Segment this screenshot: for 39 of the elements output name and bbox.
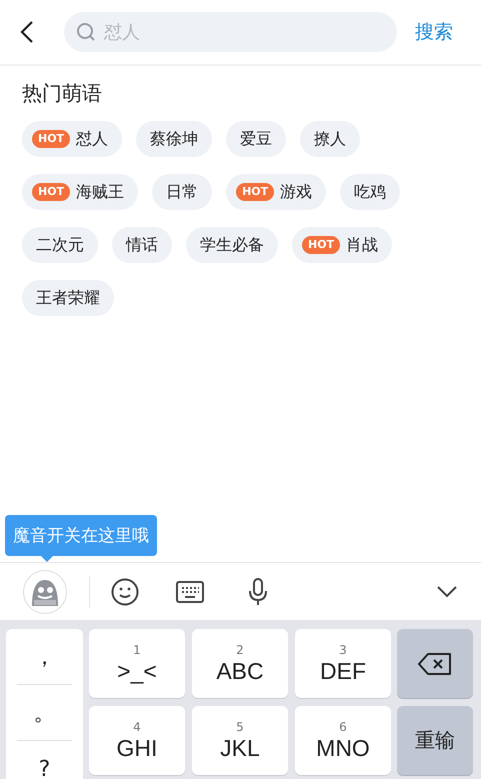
delete-key[interactable] [397, 629, 473, 698]
search-button[interactable]: 搜索 [415, 19, 453, 45]
keyboard-key[interactable]: 1 >_< [89, 629, 185, 698]
tag-chip[interactable]: 爱豆 [226, 121, 286, 157]
tooltip-pointer [41, 556, 53, 562]
tooltip: 魔音开关在这里哦 [5, 515, 157, 556]
tag-chip[interactable]: HOT 怼人 [22, 121, 122, 157]
reset-key[interactable]: 重输 [397, 706, 473, 775]
tag-chip[interactable]: 撩人 [300, 121, 360, 157]
tag-chip[interactable]: 情话 [112, 227, 172, 263]
section-title: 热门萌语 [22, 80, 103, 107]
keyboard-key[interactable]: 3 DEF [295, 629, 391, 698]
keyboard-key[interactable]: 4 GHI [89, 706, 185, 775]
tag-chip[interactable]: 吃鸡 [340, 174, 400, 210]
keyboard-icon[interactable] [176, 580, 204, 602]
tag-chip[interactable]: HOT 游戏 [226, 174, 326, 210]
smiley-icon[interactable] [111, 578, 139, 606]
hot-badge: HOT [236, 183, 274, 201]
tag-chip[interactable]: HOT 海贼王 [22, 174, 138, 210]
tag-chip[interactable]: 学生必备 [186, 227, 278, 263]
punctuation-key[interactable]: 。 [6, 685, 83, 740]
tag-chip[interactable]: 蔡徐坤 [136, 121, 212, 157]
chevron-down-icon[interactable] [437, 586, 457, 598]
tag-chip[interactable]: 二次元 [22, 227, 98, 263]
tag-chip[interactable]: HOT 肖战 [292, 227, 392, 263]
tag-chip[interactable]: 王者荣耀 [22, 280, 114, 316]
search-field[interactable]: 怼人 [64, 12, 397, 52]
backspace-icon [418, 652, 452, 674]
punctuation-key[interactable]: ， [6, 629, 83, 684]
hot-badge: HOT [302, 236, 340, 254]
keyboard-key[interactable]: 6 MNO [295, 706, 391, 775]
hot-badge: HOT [32, 183, 70, 201]
hot-badge: HOT [32, 130, 70, 148]
punctuation-key[interactable]: ? [6, 741, 83, 779]
tag-chip[interactable]: 日常 [152, 174, 212, 210]
keyboard-key[interactable]: 2 ABC [192, 629, 288, 698]
avatar-icon[interactable] [23, 570, 67, 614]
microphone-icon[interactable] [248, 578, 268, 606]
keyboard-key[interactable]: 5 JKL [192, 706, 288, 775]
